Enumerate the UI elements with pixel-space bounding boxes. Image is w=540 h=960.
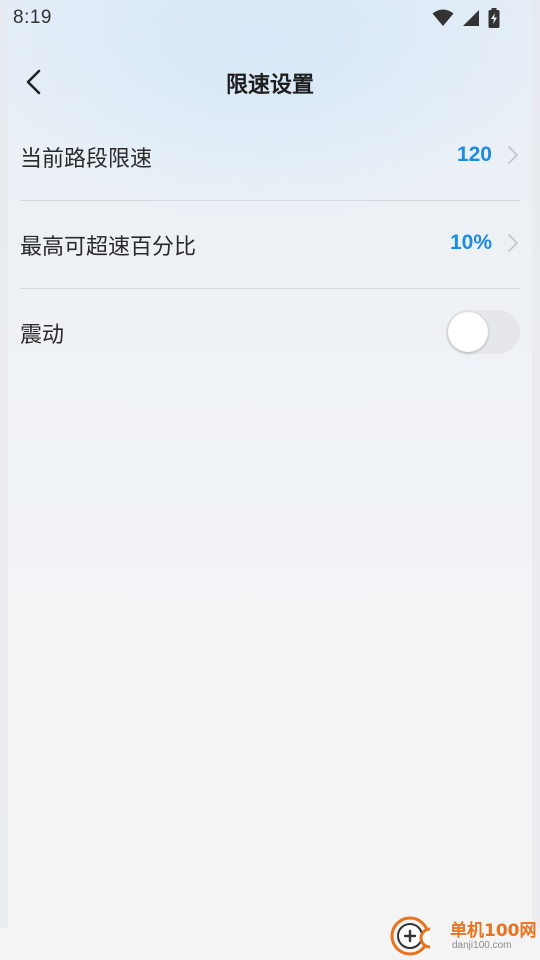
app-screen: 8:19 限速设置 当前路段限速 120 最高可超速百分比 10% 震动 单机1… — [0, 0, 540, 960]
toggle-knob — [448, 312, 488, 352]
settings-list: 当前路段限速 120 最高可超速百分比 10% 震动 — [20, 113, 520, 376]
chevron-right-icon — [508, 234, 518, 252]
setting-row-vibration: 震动 — [20, 289, 520, 376]
setting-row-max-overspeed-percent[interactable]: 最高可超速百分比 10% — [20, 201, 520, 289]
page-title: 限速设置 — [225, 73, 314, 98]
battery-charging-icon — [488, 8, 500, 28]
status-time: 8:19 — [13, 7, 52, 28]
watermark-logo-icon — [390, 916, 430, 956]
status-icons — [432, 7, 500, 29]
left-edge-strip — [0, 0, 8, 928]
setting-row-current-speed-limit[interactable]: 当前路段限速 120 — [20, 113, 520, 201]
watermark: 单机100网 danji100.com — [390, 914, 538, 958]
chevron-right-icon — [508, 146, 518, 164]
navigation-header: 限速设置 — [0, 52, 540, 112]
watermark-domain: danji100.com — [452, 940, 512, 951]
setting-label: 最高可超速百分比 — [20, 235, 197, 260]
setting-label: 震动 — [20, 323, 65, 348]
wifi-icon — [432, 9, 454, 26]
status-bar: 8:19 — [0, 0, 540, 36]
setting-value: 120 — [456, 143, 492, 166]
right-edge-strip — [532, 0, 540, 928]
cellular-signal-icon — [463, 10, 479, 26]
watermark-brand: 单机100网 — [450, 921, 537, 941]
setting-value: 10% — [449, 231, 492, 254]
setting-label: 当前路段限速 — [20, 147, 153, 172]
vibration-toggle[interactable] — [446, 310, 520, 354]
